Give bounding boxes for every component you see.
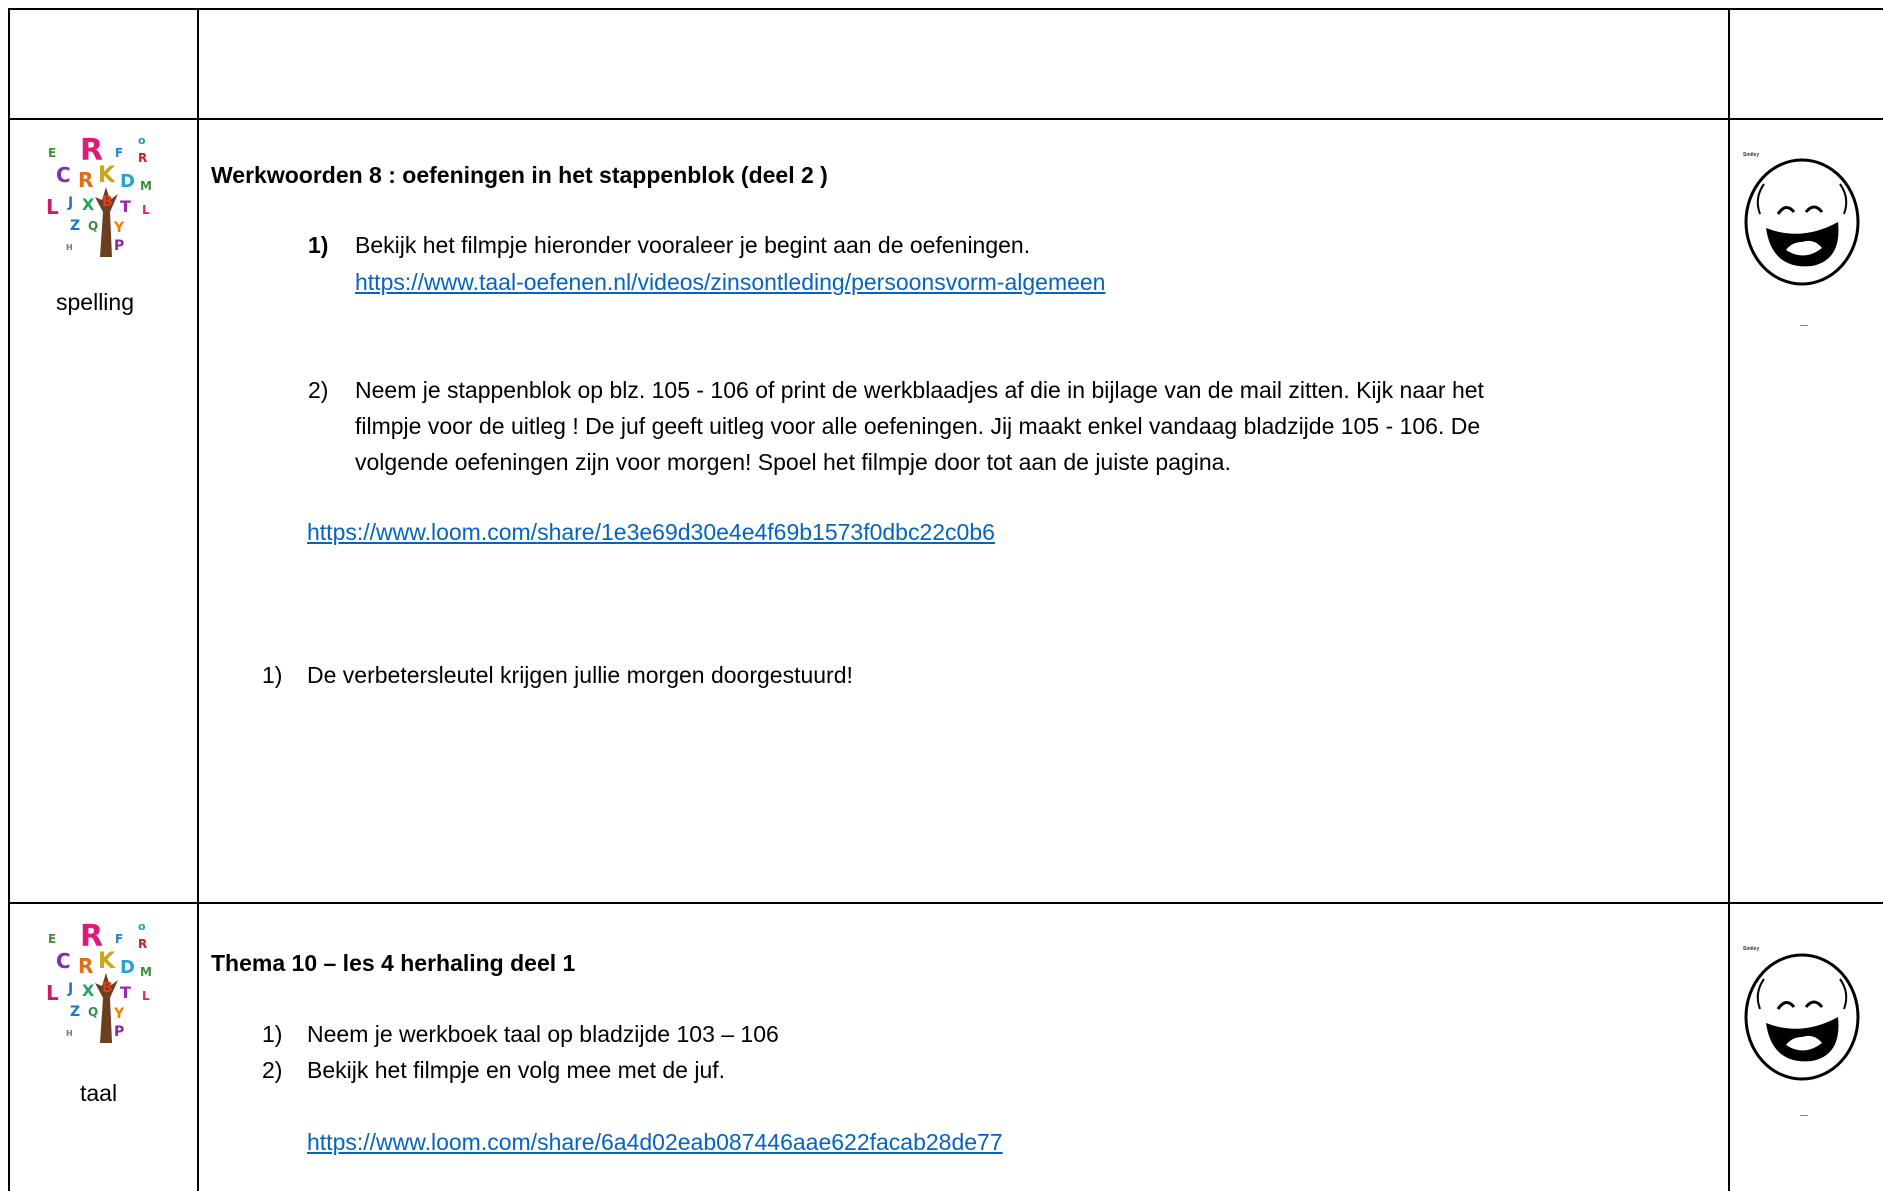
svg-text:P: P: [114, 238, 124, 254]
svg-text:K: K: [98, 163, 116, 188]
table-border-top: [8, 8, 1883, 10]
subject-label-taal: taal: [80, 1080, 118, 1106]
svg-text:o: o: [138, 134, 146, 147]
svg-text:T: T: [120, 197, 131, 216]
row-divider-2: [8, 902, 1883, 904]
step-number: 1): [262, 1021, 283, 1047]
svg-text:J: J: [67, 195, 73, 211]
svg-text:L: L: [46, 981, 59, 1005]
step-text: Neem je werkboek taal op bladzijde 103 –…: [307, 1021, 779, 1047]
svg-text:B: B: [102, 980, 113, 996]
column-divider-2: [1728, 8, 1730, 1191]
svg-text:R: R: [138, 151, 147, 165]
svg-text:D: D: [120, 171, 135, 192]
svg-text:R: R: [78, 954, 93, 978]
svg-text:Z: Z: [70, 1004, 80, 1020]
subject-label-spelling: spelling: [56, 289, 134, 315]
step-text-line: volgende oefeningen zijn voor morgen! Sp…: [355, 449, 1231, 475]
svg-text:J: J: [67, 981, 73, 997]
svg-text:C: C: [56, 949, 71, 973]
svg-text:R: R: [138, 937, 147, 951]
svg-text:Y: Y: [113, 1006, 125, 1022]
step-text-line: filmpje voor de uitleg ! De juf geeft ui…: [355, 413, 1481, 439]
svg-text:H: H: [66, 243, 73, 252]
svg-text:H: H: [66, 1029, 73, 1038]
svg-text:E: E: [48, 146, 56, 160]
svg-text:R: R: [78, 168, 93, 192]
column-divider-1: [197, 8, 199, 1191]
svg-text:X: X: [82, 195, 95, 214]
svg-text:E: E: [48, 932, 56, 946]
svg-text:L: L: [46, 195, 59, 219]
step-number: 2): [262, 1057, 283, 1083]
step-text-line: Neem je stappenblok op blz. 105 - 106 of…: [355, 377, 1484, 403]
step-number: 1): [262, 662, 283, 688]
svg-text:C: C: [56, 163, 71, 187]
svg-text:Z: Z: [70, 218, 80, 234]
svg-text:Y: Y: [113, 220, 125, 236]
smiley-caption: Smiley: [1743, 946, 1760, 952]
svg-text:Q: Q: [88, 1005, 98, 1019]
lesson-title: Thema 10 – les 4 herhaling deel 1: [211, 950, 576, 976]
divider-mark: [1800, 325, 1808, 326]
lesson-title: Werkwoorden 8 : oefeningen in het stappe…: [211, 162, 828, 188]
svg-text:M: M: [140, 965, 152, 979]
alphabet-tree-icon: E R F o R C R K D M L J X B T L Z Q Y H …: [46, 133, 152, 257]
divider-mark: [1800, 1115, 1808, 1116]
svg-text:Q: Q: [88, 219, 98, 233]
step-text: Bekijk het filmpje en volg mee met de ju…: [307, 1057, 726, 1083]
svg-text:T: T: [120, 983, 131, 1002]
svg-text:F: F: [115, 146, 123, 160]
loom-link[interactable]: https://www.loom.com/share/1e3e69d30e4e4…: [307, 517, 995, 547]
svg-text:K: K: [98, 949, 116, 974]
step-number: 2): [308, 377, 329, 403]
row-divider-1: [8, 118, 1883, 120]
step-text: De verbetersleutel krijgen jullie morgen…: [307, 662, 853, 688]
step-text: Bekijk het filmpje hieronder vooraleer j…: [355, 232, 1031, 258]
laughing-smiley-icon: [1744, 953, 1860, 1081]
svg-text:F: F: [115, 932, 123, 946]
svg-text:o: o: [138, 920, 146, 933]
loom-link[interactable]: https://www.loom.com/share/6a4d02eab0874…: [307, 1127, 1003, 1157]
video-link[interactable]: https://www.taal-oefenen.nl/videos/zinso…: [355, 267, 1105, 297]
svg-text:B: B: [102, 194, 113, 210]
svg-text:L: L: [142, 989, 150, 1003]
laughing-smiley-icon: [1744, 158, 1860, 286]
svg-text:M: M: [140, 179, 152, 193]
step-number: 1): [308, 232, 329, 258]
svg-text:D: D: [120, 957, 135, 978]
alphabet-tree-icon: E R F o R C R K D M L J X B T L Z Q Y H …: [46, 919, 152, 1043]
svg-text:L: L: [142, 203, 150, 217]
table-border-left: [8, 8, 10, 1191]
svg-text:X: X: [82, 981, 95, 1000]
svg-text:P: P: [114, 1024, 124, 1040]
